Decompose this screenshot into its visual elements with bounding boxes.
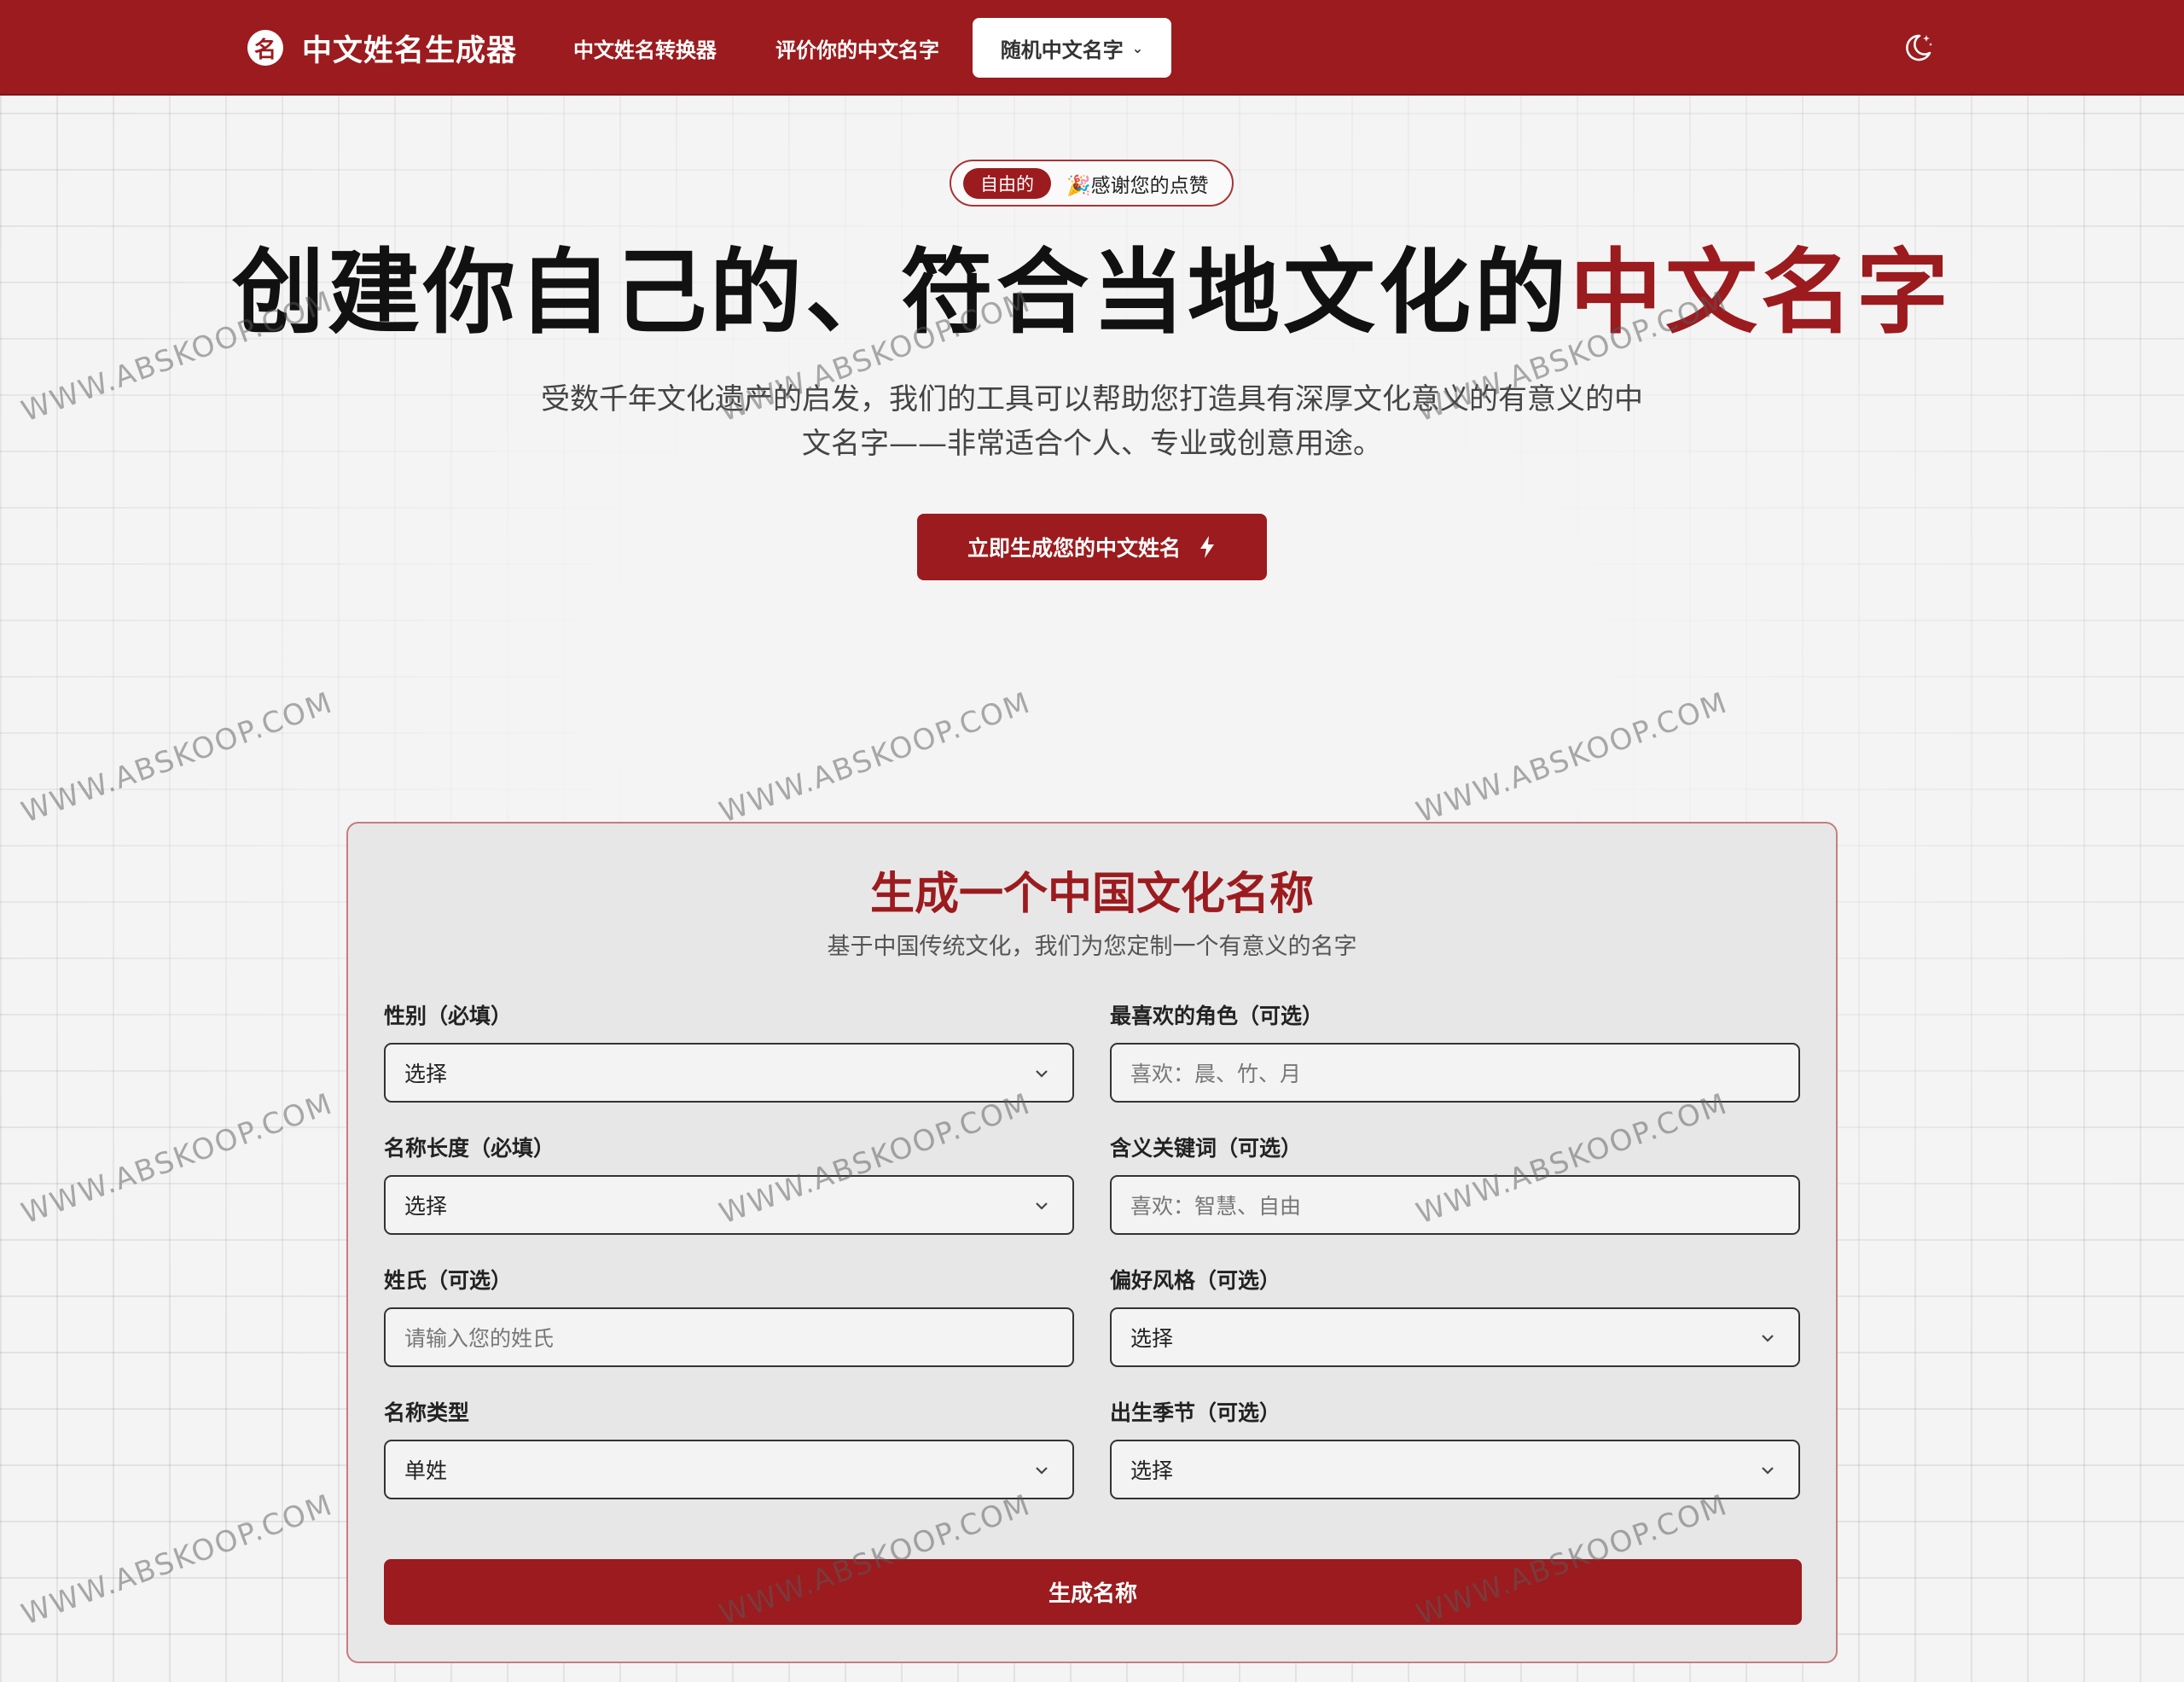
chevron-down-icon bbox=[1762, 1335, 1774, 1342]
favorite-character-label: 最喜欢的角色（可选） bbox=[1110, 1004, 1324, 1028]
brand[interactable]: 名 中文姓名生成器 bbox=[247, 0, 517, 96]
gender-label: 性别（必填） bbox=[384, 1004, 513, 1028]
logo-icon: 名 bbox=[247, 30, 283, 66]
preferred-style-select[interactable]: 选择 bbox=[1110, 1307, 1800, 1367]
nav-link-rate-name[interactable]: 评价你的中文名字 bbox=[775, 0, 939, 96]
nav-dropdown-random-name[interactable]: 随机中文名字 ⌄ bbox=[973, 18, 1171, 78]
lightning-icon bbox=[1200, 536, 1214, 558]
generate-now-button[interactable]: 立即生成您的中文姓名 bbox=[917, 514, 1267, 580]
top-navbar: 名 中文姓名生成器 中文姓名转换器 评价你的中文名字 随机中文名字 ⌄ bbox=[0, 0, 2184, 96]
birth-season-value: 选择 bbox=[1130, 1458, 1174, 1483]
chevron-down-icon bbox=[1762, 1467, 1774, 1475]
chevron-down-icon bbox=[1036, 1467, 1048, 1475]
surname-placeholder: 请输入您的姓氏 bbox=[404, 1326, 555, 1351]
meaning-keywords-input[interactable]: 喜欢：智慧、自由 bbox=[1110, 1175, 1800, 1235]
generate-name-button[interactable]: 生成名称 bbox=[384, 1559, 1802, 1625]
favorite-character-placeholder: 喜欢：晨、竹、月 bbox=[1130, 1062, 1302, 1086]
watermark: WWW.ABSKOOP.COM bbox=[17, 1487, 338, 1633]
nav-link-name-converter[interactable]: 中文姓名转换器 bbox=[573, 0, 717, 96]
chevron-down-icon bbox=[1036, 1070, 1048, 1078]
hero-title-accent: 中文名字 bbox=[1570, 240, 1953, 346]
gender-select[interactable]: 选择 bbox=[384, 1043, 1074, 1103]
moon-icon[interactable] bbox=[1901, 31, 1935, 65]
announcement-badge: 自由的 🎉感谢您的点赞 bbox=[950, 160, 1234, 207]
name-type-value: 单姓 bbox=[404, 1458, 448, 1483]
watermark: WWW.ABSKOOP.COM bbox=[17, 685, 338, 830]
watermark: WWW.ABSKOOP.COM bbox=[17, 1086, 338, 1231]
hero-subtitle-line2: 文名字——非常适合个人、专业或创意用途。 bbox=[802, 427, 1382, 461]
form-title: 生成一个中国文化名称 bbox=[869, 869, 1314, 920]
name-length-value: 选择 bbox=[404, 1194, 448, 1219]
form-subtitle: 基于中国传统文化，我们为您定制一个有意义的名字 bbox=[827, 934, 1357, 960]
nav-dropdown-label: 随机中文名字 bbox=[1000, 38, 1124, 62]
preferred-style-value: 选择 bbox=[1130, 1326, 1174, 1351]
gender-select-value: 选择 bbox=[404, 1062, 448, 1086]
name-generator-form: 生成一个中国文化名称 基于中国传统文化，我们为您定制一个有意义的名字 性别（必填… bbox=[346, 822, 1838, 1663]
free-pill: 自由的 bbox=[963, 167, 1051, 199]
hero-subtitle-line1: 受数千年文化遗产的启发，我们的工具可以帮助您打造具有深厚文化意义的有意义的中 bbox=[541, 382, 1643, 416]
meaning-keywords-placeholder: 喜欢：智慧、自由 bbox=[1130, 1194, 1302, 1219]
birth-season-select[interactable]: 选择 bbox=[1110, 1440, 1800, 1499]
generate-now-label: 立即生成您的中文姓名 bbox=[967, 536, 1181, 561]
name-type-select[interactable]: 单姓 bbox=[384, 1440, 1074, 1499]
surname-input[interactable]: 请输入您的姓氏 bbox=[384, 1307, 1074, 1367]
brand-title: 中文姓名生成器 bbox=[302, 33, 518, 68]
birth-season-label: 出生季节（可选） bbox=[1110, 1400, 1281, 1425]
chevron-down-icon: ⌄ bbox=[1131, 39, 1144, 56]
name-length-label: 名称长度（必填） bbox=[384, 1136, 555, 1161]
hero-title: 创建你自己的、符合当地文化的中文名字 bbox=[0, 237, 2184, 350]
watermark: WWW.ABSKOOP.COM bbox=[715, 685, 1036, 830]
hero-subtitle: 受数千年文化遗产的启发，我们的工具可以帮助您打造具有深厚文化意义的有意义的中 文… bbox=[495, 377, 1689, 466]
preferred-style-label: 偏好风格（可选） bbox=[1110, 1268, 1281, 1293]
hero-title-main: 创建你自己的、符合当地文化的 bbox=[231, 240, 1570, 346]
surname-label: 姓氏（可选） bbox=[384, 1268, 513, 1293]
favorite-character-input[interactable]: 喜欢：晨、竹、月 bbox=[1110, 1043, 1800, 1103]
name-type-label: 名称类型 bbox=[384, 1400, 470, 1425]
name-length-select[interactable]: 选择 bbox=[384, 1175, 1074, 1235]
badge-text: 🎉感谢您的点赞 bbox=[1066, 174, 1209, 197]
chevron-down-icon bbox=[1036, 1202, 1048, 1210]
watermark: WWW.ABSKOOP.COM bbox=[1412, 685, 1733, 830]
meaning-keywords-label: 含义关键词（可选） bbox=[1110, 1136, 1303, 1161]
